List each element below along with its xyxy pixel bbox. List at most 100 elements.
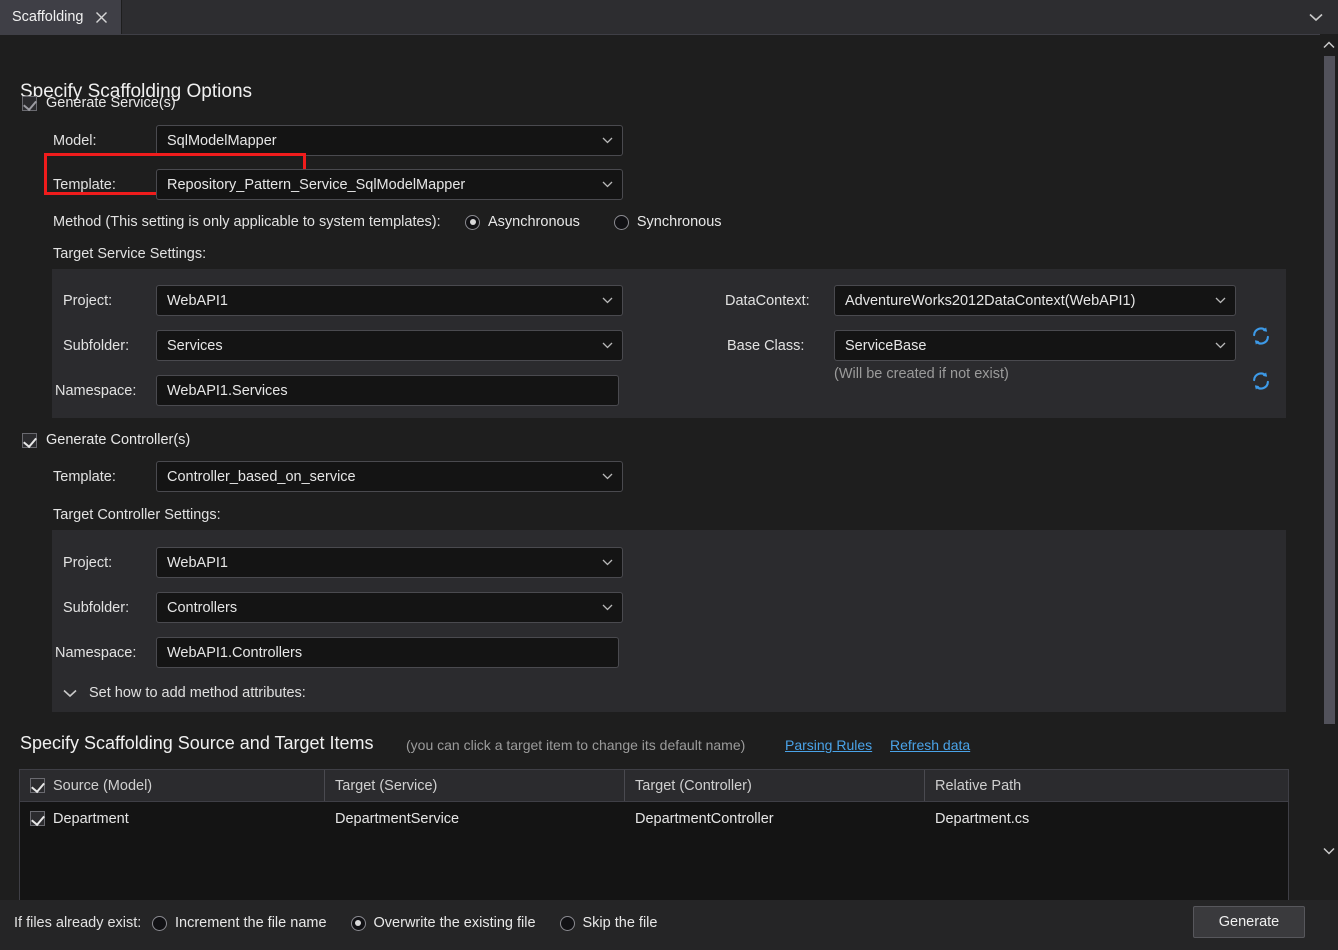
baseclass-label: Base Class: xyxy=(727,338,804,354)
radio-increment-file-name-indicator[interactable] xyxy=(152,916,167,931)
service-subfolder-label: Subfolder: xyxy=(63,338,129,354)
grid-header-source-model[interactable]: Source (Model) xyxy=(20,770,325,801)
service-subfolder-combobox[interactable]: Services xyxy=(156,330,623,361)
generate-controllers-checkbox[interactable] xyxy=(22,433,37,448)
generate-button-label: Generate xyxy=(1219,914,1279,930)
controller-project-value: WebAPI1 xyxy=(157,555,228,571)
grid-header-target-service[interactable]: Target (Service) xyxy=(325,770,625,801)
controller-subfolder-combobox[interactable]: Controllers xyxy=(156,592,623,623)
method-attributes-expander[interactable]: Set how to add method attributes: xyxy=(63,685,306,701)
row-target-service-value: DepartmentService xyxy=(335,811,459,827)
service-project-label: Project: xyxy=(63,293,112,309)
table-row[interactable]: Department DepartmentService DepartmentC… xyxy=(20,802,1288,835)
tab-scaffolding[interactable]: Scaffolding xyxy=(0,0,122,34)
parsing-rules-link[interactable]: Parsing Rules xyxy=(785,737,872,753)
files-exist-radio-group: Increment the file name Overwrite the ex… xyxy=(152,915,657,931)
scroll-up-arrow-icon[interactable] xyxy=(1320,36,1338,54)
method-attributes-label: Set how to add method attributes: xyxy=(89,685,306,701)
radio-skip-the-file-indicator[interactable] xyxy=(560,916,575,931)
dialog-body: Specify Scaffolding Options Generate Ser… xyxy=(0,34,1338,900)
model-value: SqlModelMapper xyxy=(157,133,277,149)
tab-strip: Scaffolding xyxy=(0,0,1338,34)
controller-namespace-label: Namespace: xyxy=(55,645,136,661)
chevron-down-icon xyxy=(602,593,613,622)
datacontext-value: AdventureWorks2012DataContext(WebAPI1) xyxy=(835,293,1135,309)
vertical-scrollbar-thumb[interactable] xyxy=(1324,56,1335,724)
service-namespace-input[interactable]: WebAPI1.Services xyxy=(156,375,619,406)
chevron-down-icon xyxy=(602,548,613,577)
model-combobox[interactable]: SqlModelMapper xyxy=(156,125,623,156)
row-target-controller[interactable]: DepartmentController xyxy=(625,802,925,835)
datacontext-label: DataContext: xyxy=(725,293,810,309)
service-namespace-label: Namespace: xyxy=(55,383,136,399)
chevron-down-icon xyxy=(63,689,77,698)
scaffolding-window: Scaffolding Specify Scaffolding Options … xyxy=(0,0,1338,950)
tab-overflow-chevron-down-icon[interactable] xyxy=(1306,8,1326,26)
service-namespace-value: WebAPI1.Services xyxy=(157,383,288,399)
row-relative-path[interactable]: Department.cs xyxy=(925,802,1288,835)
target-service-settings-label: Target Service Settings: xyxy=(53,246,206,262)
controller-project-combobox[interactable]: WebAPI1 xyxy=(156,547,623,578)
items-section-title: Specify Scaffolding Source and Target It… xyxy=(20,733,374,754)
baseclass-refresh-icon[interactable] xyxy=(1250,370,1272,392)
radio-overwrite-existing-file-label: Overwrite the existing file xyxy=(374,915,536,931)
service-template-value: Repository_Pattern_Service_SqlModelMappe… xyxy=(157,177,465,193)
controller-namespace-value: WebAPI1.Controllers xyxy=(157,645,302,661)
method-radio-group: Asynchronous Synchronous xyxy=(465,214,722,230)
radio-asynchronous-indicator[interactable] xyxy=(465,215,480,230)
datacontext-combobox[interactable]: AdventureWorks2012DataContext(WebAPI1) xyxy=(834,285,1236,316)
generate-controllers-checkbox-row[interactable]: Generate Controller(s) xyxy=(22,432,190,448)
service-project-combobox[interactable]: WebAPI1 xyxy=(156,285,623,316)
controller-subfolder-value: Controllers xyxy=(157,600,237,616)
controller-template-value: Controller_based_on_service xyxy=(157,469,356,485)
row-target-controller-value: DepartmentController xyxy=(635,811,774,827)
row-source-model-value: Department xyxy=(53,811,129,827)
radio-skip-the-file[interactable]: Skip the file xyxy=(560,915,658,931)
grid-header-row: Source (Model) Target (Service) Target (… xyxy=(20,770,1288,802)
controller-template-combobox[interactable]: Controller_based_on_service xyxy=(156,461,623,492)
service-project-value: WebAPI1 xyxy=(157,293,228,309)
tab-label: Scaffolding xyxy=(12,9,83,25)
refresh-data-link[interactable]: Refresh data xyxy=(890,737,970,753)
radio-synchronous[interactable]: Synchronous xyxy=(614,214,722,230)
grid-header-target-service-label: Target (Service) xyxy=(335,778,437,794)
radio-asynchronous[interactable]: Asynchronous xyxy=(465,214,580,230)
dialog-footer: If files already exist: Increment the fi… xyxy=(0,900,1338,950)
grid-header-relative-path-label: Relative Path xyxy=(935,778,1021,794)
radio-increment-file-name[interactable]: Increment the file name xyxy=(152,915,327,931)
row-target-service[interactable]: DepartmentService xyxy=(325,802,625,835)
baseclass-note: (Will be created if not exist) xyxy=(834,366,1009,382)
scroll-down-arrow-icon[interactable] xyxy=(1320,842,1338,860)
model-label: Model: xyxy=(53,133,97,149)
grid-header-target-controller-label: Target (Controller) xyxy=(635,778,752,794)
generate-controllers-label: Generate Controller(s) xyxy=(46,432,190,448)
radio-overwrite-existing-file-indicator[interactable] xyxy=(351,916,366,931)
select-all-checkbox[interactable] xyxy=(30,778,45,793)
chevron-down-icon xyxy=(602,331,613,360)
vertical-scrollbar[interactable] xyxy=(1320,34,1338,900)
service-subfolder-value: Services xyxy=(157,338,223,354)
controller-namespace-input[interactable]: WebAPI1.Controllers xyxy=(156,637,619,668)
row-source-model[interactable]: Department xyxy=(20,802,325,835)
radio-synchronous-label: Synchronous xyxy=(637,214,722,230)
items-section-hint: (you can click a target item to change i… xyxy=(406,737,745,753)
generate-services-checkbox-row[interactable]: Generate Service(s) xyxy=(22,95,176,111)
method-label: Method (This setting is only applicable … xyxy=(53,214,441,230)
datacontext-refresh-icon[interactable] xyxy=(1250,325,1272,347)
controller-subfolder-label: Subfolder: xyxy=(63,600,129,616)
close-icon[interactable] xyxy=(95,11,111,24)
radio-overwrite-existing-file[interactable]: Overwrite the existing file xyxy=(351,915,536,931)
service-template-combobox[interactable]: Repository_Pattern_Service_SqlModelMappe… xyxy=(156,169,623,200)
radio-skip-the-file-label: Skip the file xyxy=(583,915,658,931)
grid-header-relative-path[interactable]: Relative Path xyxy=(925,770,1288,801)
radio-increment-file-name-label: Increment the file name xyxy=(175,915,327,931)
generate-services-checkbox[interactable] xyxy=(22,96,37,111)
row-select-checkbox[interactable] xyxy=(30,811,45,826)
radio-synchronous-indicator[interactable] xyxy=(614,215,629,230)
controller-template-label: Template: xyxy=(53,469,116,485)
grid-header-target-controller[interactable]: Target (Controller) xyxy=(625,770,925,801)
chevron-down-icon xyxy=(602,286,613,315)
generate-button[interactable]: Generate xyxy=(1193,906,1305,938)
baseclass-combobox[interactable]: ServiceBase xyxy=(834,330,1236,361)
controller-project-label: Project: xyxy=(63,555,112,571)
